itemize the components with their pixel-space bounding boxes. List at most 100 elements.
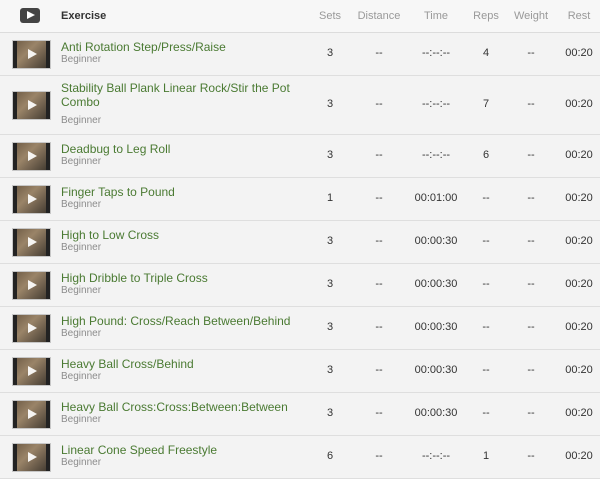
distance-cell: -- [375,278,383,290]
video-thumbnail[interactable] [12,228,51,257]
weight-cell: -- [527,450,535,462]
video-thumbnail[interactable] [12,314,51,343]
header-distance: Distance [357,10,401,22]
video-thumbnail[interactable] [12,142,51,171]
header-sets: Sets [318,10,341,22]
play-all-icon[interactable] [20,8,40,23]
play-icon [28,49,37,59]
play-icon [28,151,37,161]
sets-cell: 1 [326,192,334,204]
table-row[interactable]: Anti Rotation Step/Press/Raise Beginner 3 -… [0,33,600,76]
exercise-title-link[interactable]: Anti Rotation Step/Press/Raise [61,40,226,54]
header-weight: Weight [513,10,549,22]
sets-cell: 3 [326,278,334,290]
exercise-title-link[interactable]: High to Low Cross [61,228,159,242]
table-row[interactable]: Stability Ball Plank Linear Rock/Stir th… [0,76,600,135]
exercise-title-link[interactable]: Linear Cone Speed Freestyle [61,443,217,457]
reps-cell: -- [482,407,490,419]
video-thumbnail[interactable] [12,185,51,214]
header-rest: Rest [567,10,591,22]
distance-cell: -- [375,235,383,247]
time-cell: --:--:-- [421,149,451,161]
reps-cell: -- [482,278,490,290]
sets-cell: 3 [326,321,334,333]
header-time: Time [423,10,449,22]
table-row[interactable]: High Pound: Cross/Reach Between/Behind Be… [0,307,600,350]
table-row[interactable]: Linear Cone Speed Freestyle Beginner 6 -- --… [0,436,600,479]
distance-cell: -- [375,98,383,110]
video-thumbnail[interactable] [12,271,51,300]
weight-cell: -- [527,235,535,247]
sets-cell: 3 [326,149,334,161]
time-cell: --:--:-- [421,47,451,59]
exercise-title-link[interactable]: Heavy Ball Cross/Behind [61,357,194,371]
table-header: Exercise Sets Distance Time Reps Weight … [0,0,600,33]
weight-cell: -- [527,47,535,59]
exercise-title-link[interactable]: Finger Taps to Pound [61,185,175,199]
rest-cell: 00:20 [565,98,593,110]
header-reps: Reps [473,10,499,22]
video-thumbnail[interactable] [12,91,51,120]
rest-cell: 00:20 [565,235,593,247]
video-thumbnail[interactable] [12,443,51,472]
sets-cell: 3 [326,407,334,419]
weight-cell: -- [527,278,535,290]
distance-cell: -- [375,407,383,419]
reps-cell: -- [482,192,490,204]
distance-cell: -- [375,149,383,161]
play-icon [28,100,37,110]
video-thumbnail[interactable] [12,357,51,386]
exercise-title-link[interactable]: High Dribble to Triple Cross [61,271,208,285]
rest-cell: 00:20 [565,278,593,290]
reps-cell: 6 [482,149,490,161]
time-cell: 00:01:00 [414,192,458,204]
video-thumbnail[interactable] [12,400,51,429]
exercise-level: Beginner [61,54,102,65]
play-icon [28,237,37,247]
rest-cell: 00:20 [565,321,593,333]
header-exercise: Exercise [61,10,107,22]
reps-cell: -- [482,321,490,333]
weight-cell: -- [527,149,535,161]
table-row[interactable]: High to Low Cross Beginner 3 -- 00:00:30 -- --… [0,221,600,264]
table-row[interactable]: High Dribble to Triple Cross Beginner 3 -- 0… [0,264,600,307]
time-cell: 00:00:30 [414,321,458,333]
exercise-level: Beginner [61,156,102,167]
time-cell: --:--:-- [421,450,451,462]
weight-cell: -- [527,321,535,333]
table-row[interactable]: Heavy Ball Cross/Behind Beginner 3 -- 00:00:… [0,350,600,393]
sets-cell: 6 [326,450,334,462]
exercise-title-link[interactable]: Heavy Ball Cross:Cross:Between:Between [61,400,288,414]
exercise-title-link[interactable]: Stability Ball Plank Linear Rock/Stir th… [61,81,301,109]
exercise-level: Beginner [61,328,102,339]
table-body: Anti Rotation Step/Press/Raise Beginner 3-… [0,33,600,479]
rest-cell: 00:20 [565,192,593,204]
time-cell: --:--:-- [421,98,451,110]
rest-cell: 00:20 [565,149,593,161]
sets-cell: 3 [326,235,334,247]
reps-cell: 4 [482,47,490,59]
exercise-level: Beginner [61,199,102,210]
exercise-title-link[interactable]: High Pound: Cross/Reach Between/Behind [61,314,290,328]
rest-cell: 00:20 [565,47,593,59]
distance-cell: -- [375,450,383,462]
table-row[interactable]: Heavy Ball Cross:Cross:Between:Between Be… [0,393,600,436]
time-cell: 00:00:30 [414,235,458,247]
weight-cell: -- [527,98,535,110]
distance-cell: -- [375,364,383,376]
rest-cell: 00:20 [565,407,593,419]
table-row[interactable]: Finger Taps to Pound Beginner 1 -- 00:01:00 -… [0,178,600,221]
distance-cell: -- [375,47,383,59]
video-thumbnail[interactable] [12,40,51,69]
exercise-level: Beginner [61,371,102,382]
weight-cell: -- [527,192,535,204]
time-cell: 00:00:30 [414,407,458,419]
distance-cell: -- [375,192,383,204]
exercise-title-link[interactable]: Deadbug to Leg Roll [61,142,170,156]
reps-cell: 1 [482,450,490,462]
exercise-level: Beginner [61,115,102,126]
table-row[interactable]: Deadbug to Leg Roll Beginner 3 -- --:--:-- 6 -… [0,135,600,178]
play-icon [28,366,37,376]
exercise-level: Beginner [61,285,102,296]
sets-cell: 3 [326,364,334,376]
